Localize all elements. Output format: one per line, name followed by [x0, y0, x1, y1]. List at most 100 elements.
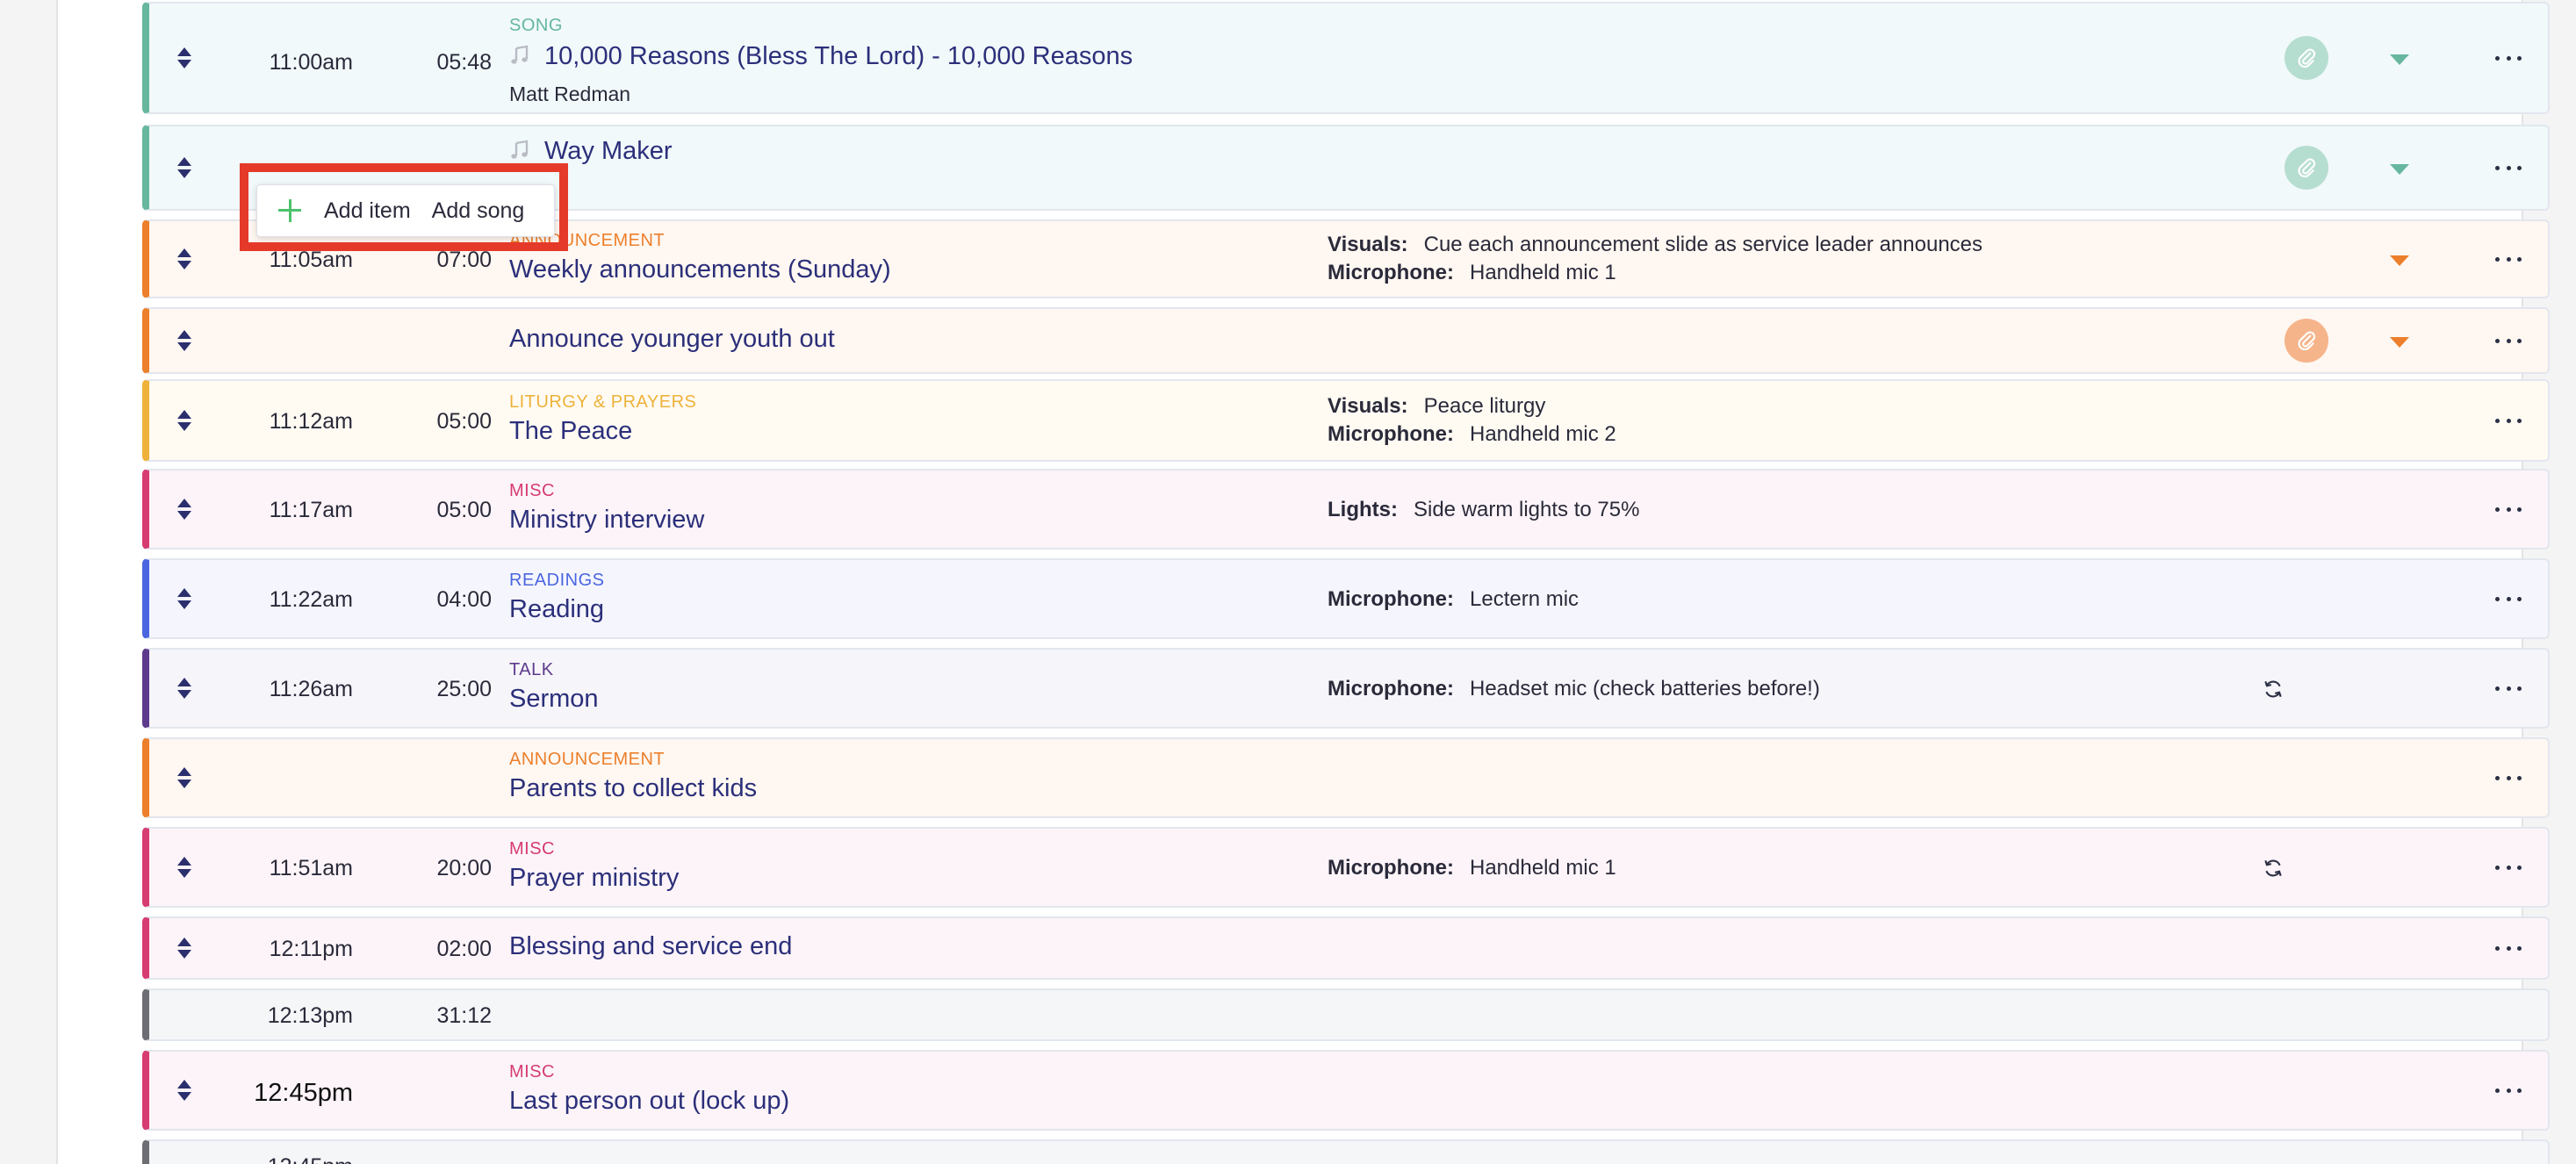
service-item-row[interactable]: 11:22am 04:00 READINGS Reading Microphone: Le… [142, 558, 2550, 639]
chevron-up-icon [177, 499, 191, 507]
service-item-row[interactable]: 12:13pm 31:12 [142, 988, 2550, 1041]
drag-handle-icon[interactable] [176, 935, 193, 961]
more-options-icon[interactable] [2495, 496, 2522, 522]
item-title[interactable]: Weekly announcements (Sunday) [509, 255, 891, 284]
add-item-button[interactable]: Add item [324, 198, 411, 224]
detail-label: Microphone: [1328, 587, 1454, 611]
item-start-time: 11:26am [269, 677, 353, 701]
item-title-text: The Peace [509, 417, 633, 445]
drag-handle-icon[interactable] [176, 1077, 193, 1103]
dot [2495, 596, 2500, 601]
chevron-up-icon [177, 938, 191, 946]
item-title[interactable]: Way Maker [509, 137, 673, 166]
drag-handle-icon[interactable] [176, 45, 193, 71]
more-options-icon[interactable] [2495, 246, 2522, 272]
more-options-icon[interactable] [2495, 854, 2522, 880]
item-title[interactable]: Sermon [509, 685, 599, 714]
more-options-icon[interactable] [2495, 765, 2522, 791]
dot [2517, 507, 2522, 512]
service-item-row[interactable]: 12:11pm 02:00 Blessing and service end [142, 916, 2550, 980]
detail-value: Cue each announcement slide as service l… [1423, 233, 1983, 256]
detail-label: Visuals: [1328, 233, 1408, 256]
item-detail: Lights: Side warm lights to 75% [1328, 498, 1639, 522]
dot [2495, 686, 2500, 691]
drag-handle-icon[interactable] [176, 854, 193, 880]
more-options-icon[interactable] [2495, 45, 2522, 71]
dot [2506, 686, 2511, 691]
plus-icon[interactable] [278, 199, 301, 222]
service-item-row[interactable]: 11:17am 05:00 MISC Ministry interview Lights… [142, 469, 2550, 550]
service-item-row[interactable]: 11:00am 05:48 SONG 10,000 Reasons (Bless Th… [142, 2, 2550, 114]
drag-handle-icon[interactable] [176, 675, 193, 701]
chevron-down-icon [177, 261, 191, 269]
item-title[interactable]: Blessing and service end [509, 932, 792, 961]
dot [2495, 945, 2500, 951]
more-options-icon[interactable] [2495, 586, 2522, 612]
detail-value: Peace liturgy [1423, 394, 1546, 418]
attachment-icon[interactable] [2285, 146, 2328, 190]
item-detail: Microphone: Handheld mic 2 [1328, 422, 1616, 447]
detail-label: Visuals: [1328, 394, 1408, 418]
dot [2506, 507, 2511, 512]
detail-value: Side warm lights to 75% [1413, 498, 1640, 521]
chevron-down-icon [177, 342, 191, 351]
item-start-time: 11:17am [269, 498, 353, 522]
drag-handle-icon[interactable] [176, 586, 193, 612]
service-item-row[interactable]: ANNOUNCEMENT Parents to collect kids [142, 737, 2550, 818]
expand-caret-icon[interactable] [2390, 337, 2409, 348]
item-title[interactable]: 10,000 Reasons (Bless The Lord) - 10,000… [509, 42, 1133, 71]
drag-handle-icon[interactable] [176, 154, 193, 181]
more-options-icon[interactable] [2495, 407, 2522, 434]
service-item-row[interactable]: 12:45pm [142, 1139, 2550, 1164]
item-title[interactable]: Prayer ministry [509, 864, 679, 893]
item-title-text: Last person out (lock up) [509, 1087, 790, 1115]
item-duration: 04:00 [436, 587, 492, 612]
expand-caret-icon[interactable] [2390, 164, 2409, 175]
item-category: TALK [509, 660, 554, 679]
item-duration: 02:00 [436, 937, 492, 961]
chevron-up-icon [177, 678, 191, 686]
dot [2517, 865, 2522, 870]
item-title[interactable]: Last person out (lock up) [509, 1087, 789, 1116]
more-options-icon[interactable] [2495, 935, 2522, 961]
service-item-row[interactable]: Announce younger youth out [142, 307, 2550, 374]
item-title[interactable]: The Peace [509, 417, 632, 446]
chevron-down-icon [177, 869, 191, 878]
drag-handle-icon[interactable] [176, 407, 193, 434]
add-song-button[interactable]: Add song [432, 198, 525, 224]
item-title-text: Sermon [509, 685, 599, 713]
drag-handle-icon[interactable] [176, 765, 193, 791]
expand-caret-icon[interactable] [2390, 54, 2409, 65]
drag-handle-icon[interactable] [176, 327, 193, 354]
more-options-icon[interactable] [2495, 327, 2522, 354]
service-item-row[interactable]: 11:51am 20:00 MISC Prayer ministry Microphon… [142, 827, 2550, 908]
expand-caret-icon[interactable] [2390, 255, 2409, 266]
drag-handle-icon[interactable] [176, 246, 193, 272]
item-duration: 05:00 [436, 498, 492, 522]
item-title[interactable]: Reading [509, 595, 604, 624]
item-start-time: 11:12am [269, 409, 353, 434]
more-options-icon[interactable] [2495, 154, 2522, 181]
service-item-row[interactable]: 12:45pm MISC Last person out (lock up) [142, 1050, 2550, 1131]
dot [2506, 1088, 2511, 1093]
item-title[interactable]: Ministry interview [509, 506, 704, 535]
item-duration: 20:00 [436, 856, 492, 880]
service-item-row[interactable]: 11:26am 25:00 TALK Sermon Microphone: Headset… [142, 648, 2550, 729]
item-title[interactable]: Announce younger youth out [509, 325, 835, 354]
drag-handle-icon[interactable] [176, 496, 193, 522]
chevron-down-icon [177, 511, 191, 520]
dot [2495, 1088, 2500, 1093]
dot [2506, 165, 2511, 170]
service-item-row[interactable]: 11:12am 05:00 LITURGY & PRAYERS The Peace Vi… [142, 379, 2550, 462]
item-title[interactable]: Parents to collect kids [509, 774, 757, 803]
attachment-icon[interactable] [2285, 319, 2328, 363]
more-options-icon[interactable] [2495, 1077, 2522, 1103]
dot [2517, 418, 2522, 423]
item-subtitle: Matt Redman [509, 83, 631, 105]
item-title-text: Reading [509, 595, 605, 623]
dot [2495, 256, 2500, 262]
attachment-icon[interactable] [2285, 36, 2328, 80]
item-duration: 07:00 [436, 248, 492, 272]
more-options-icon[interactable] [2495, 675, 2522, 701]
item-start-time: 12:45pm [254, 1079, 353, 1107]
